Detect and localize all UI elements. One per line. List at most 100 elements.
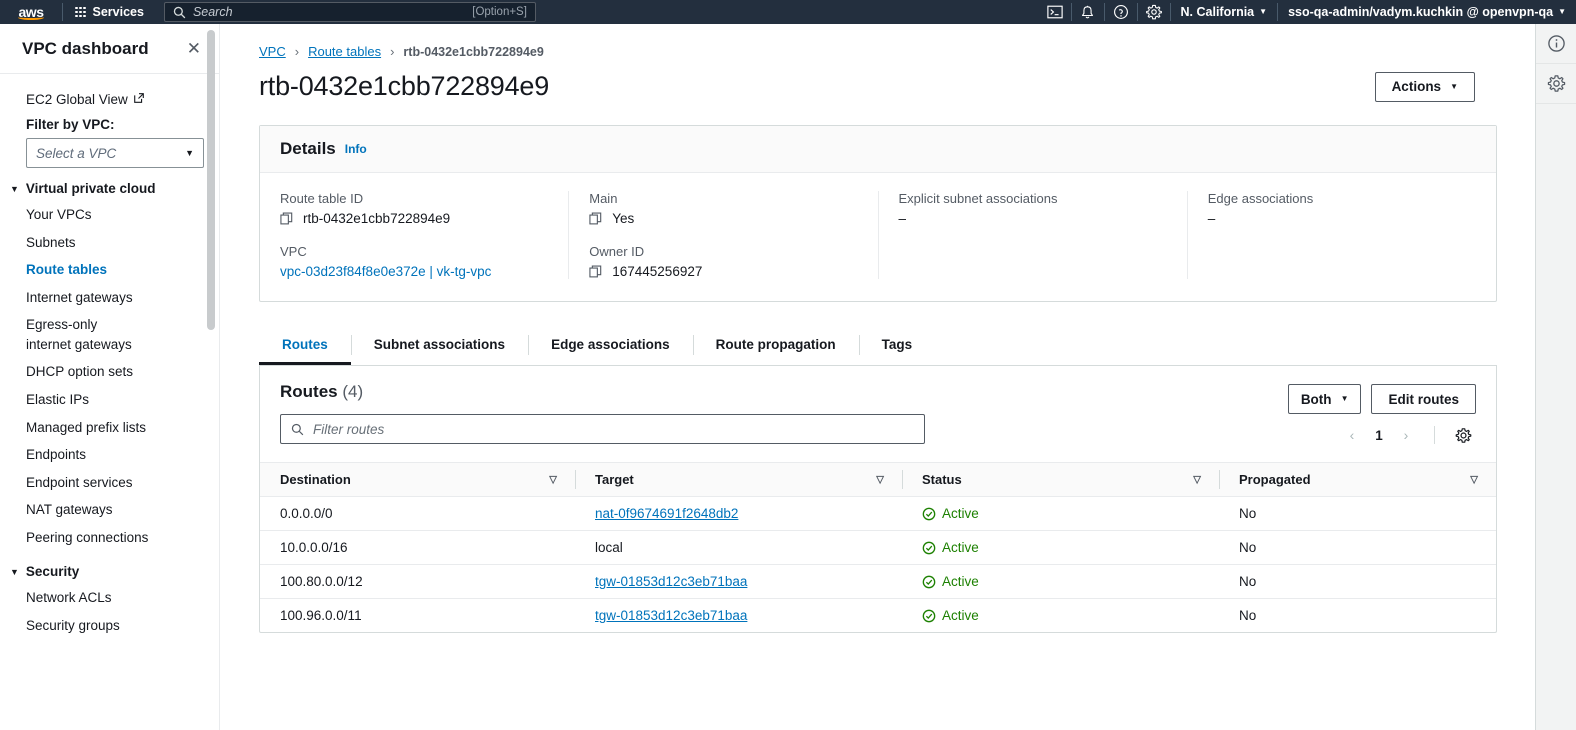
pagination-prev-button[interactable]: ‹	[1339, 422, 1365, 448]
pagination-next-button[interactable]: ›	[1393, 422, 1419, 448]
field-label-explicit: Explicit subnet associations	[899, 191, 1167, 206]
sidebar-item-endpoint-services[interactable]: Endpoint services	[0, 469, 219, 497]
sidebar-item-security-groups[interactable]: Security groups	[0, 612, 219, 640]
breadcrumb-separator-1: ›	[295, 44, 299, 59]
column-header-target[interactable]: Target ▽	[575, 463, 902, 497]
sidebar-item-managed-prefix-lists[interactable]: Managed prefix lists	[0, 414, 219, 442]
filter-routes-input[interactable]: Filter routes	[280, 414, 925, 444]
tab-tags[interactable]: Tags	[859, 326, 936, 365]
column-header-destination-label: Destination	[280, 472, 351, 487]
actions-button[interactable]: Actions ▼	[1375, 72, 1475, 102]
tab-subnet-associations[interactable]: Subnet associations	[351, 326, 528, 365]
tab-routes[interactable]: Routes	[259, 326, 351, 365]
cell-propagated: No	[1219, 599, 1496, 633]
field-value-row: rtb-0432e1cbb722894e9	[280, 211, 548, 226]
both-filter-dropdown[interactable]: Both ▼	[1288, 384, 1362, 414]
close-icon[interactable]: ✕	[187, 40, 201, 57]
column-header-propagated-label: Propagated	[1239, 472, 1311, 487]
status-label: Active	[942, 608, 979, 623]
edit-routes-button[interactable]: Edit routes	[1371, 384, 1476, 414]
sidebar-item-your-vpcs[interactable]: Your VPCs	[0, 201, 219, 229]
cell-status: Active	[902, 565, 1219, 599]
filter-by-vpc-label: Filter by VPC:	[0, 111, 219, 136]
copy-icon-main[interactable]	[589, 212, 602, 225]
services-label: Services	[93, 5, 144, 19]
breadcrumb-separator-2: ›	[390, 44, 394, 59]
sort-icon-destination[interactable]: ▽	[549, 474, 557, 485]
routes-toolbar: Routes (4) Filter routes Both ▼	[260, 366, 1496, 448]
sidebar-item-endpoints[interactable]: Endpoints	[0, 441, 219, 469]
sidebar-scrollbar-thumb[interactable]	[207, 30, 215, 330]
help-panel-info-button[interactable]	[1536, 24, 1576, 64]
cell-status: Active	[902, 531, 1219, 565]
global-search-placeholder: Search	[193, 5, 465, 19]
pagination-page-1[interactable]: 1	[1369, 428, 1389, 443]
status-label: Active	[942, 506, 979, 521]
check-circle-icon	[922, 575, 936, 589]
breadcrumb-vpc[interactable]: VPC	[259, 44, 286, 59]
details-column-2: Main Yes Owner ID	[569, 191, 878, 279]
notifications-button[interactable]	[1072, 0, 1104, 24]
column-header-status[interactable]: Status ▽	[902, 463, 1219, 497]
breadcrumb-route-tables[interactable]: Route tables	[308, 44, 381, 59]
routes-panel: Routes (4) Filter routes Both ▼	[259, 366, 1497, 633]
details-info-link[interactable]: Info	[345, 142, 367, 156]
global-search-input[interactable]: Search [Option+S]	[164, 2, 536, 22]
tab-route-propagation[interactable]: Route propagation	[693, 326, 859, 365]
table-row: 0.0.0.0/0 nat-0f9674691f2648db2 Active N…	[260, 497, 1496, 531]
column-header-destination[interactable]: Destination ▽	[260, 463, 575, 497]
pagination: ‹ 1 ›	[1339, 422, 1419, 448]
copy-icon-owner[interactable]	[589, 265, 602, 278]
target-link[interactable]: tgw-01853d12c3eb71baa	[595, 574, 747, 589]
region-selector[interactable]: N. California ▼	[1171, 0, 1278, 24]
caret-down-icon: ▼	[10, 184, 19, 194]
sidebar-group-virtual-private-cloud[interactable]: ▼ Virtual private cloud	[0, 168, 219, 201]
aws-logo[interactable]: aws	[0, 0, 62, 24]
vpc-filter-select[interactable]: Select a VPC ▼	[26, 138, 204, 168]
column-header-target-label: Target	[595, 472, 634, 487]
external-link-icon	[133, 92, 145, 107]
cloudshell-button[interactable]	[1039, 0, 1071, 24]
cell-destination: 100.80.0.0/12	[260, 565, 575, 599]
check-circle-icon	[922, 609, 936, 623]
account-menu[interactable]: sso-qa-admin/vadym.kuchkin @ openvpn-qa …	[1278, 0, 1576, 24]
sidebar-item-internet-gateways[interactable]: Internet gateways	[0, 284, 219, 312]
field-explicit-subnet-associations: Explicit subnet associations –	[899, 191, 1167, 226]
routes-heading: Routes (4)	[280, 382, 960, 402]
help-button[interactable]	[1105, 0, 1137, 24]
sidebar-item-route-tables[interactable]: Route tables	[0, 256, 219, 284]
sidebar-item-elastic-ips[interactable]: Elastic IPs	[0, 386, 219, 414]
routes-table: Destination ▽ Target ▽ Status ▽ Propagat…	[260, 462, 1496, 632]
sidebar-item-subnets[interactable]: Subnets	[0, 229, 219, 257]
sidebar-item-egress-only-internet-gateways[interactable]: Egress-only internet gateways	[0, 311, 160, 358]
sidebar-item-peering-connections[interactable]: Peering connections	[0, 524, 219, 552]
target-link[interactable]: tgw-01853d12c3eb71baa	[595, 608, 747, 623]
sidebar-item-dhcp-option-sets[interactable]: DHCP option sets	[0, 358, 219, 386]
sidebar-item-ec2-global-view[interactable]: EC2 Global View	[0, 88, 219, 111]
chevron-down-icon-vpc: ▼	[185, 148, 194, 158]
sidebar-item-nat-gateways[interactable]: NAT gateways	[0, 496, 219, 524]
sidebar-group-security[interactable]: ▼ Security	[0, 551, 219, 584]
settings-gear-icon	[1146, 4, 1162, 20]
sidebar-item-label: EC2 Global View	[26, 92, 128, 107]
sort-icon-propagated[interactable]: ▽	[1470, 474, 1478, 485]
column-header-propagated[interactable]: Propagated ▽	[1219, 463, 1496, 497]
copy-icon[interactable]	[280, 212, 293, 225]
cell-propagated: No	[1219, 497, 1496, 531]
target-link[interactable]: nat-0f9674691f2648db2	[595, 506, 738, 521]
help-panel-settings-button[interactable]	[1536, 64, 1576, 104]
sort-icon-target[interactable]: ▽	[876, 474, 884, 485]
settings-button[interactable]	[1138, 0, 1170, 24]
field-label: Route table ID	[280, 191, 548, 206]
table-preferences-button[interactable]	[1450, 422, 1476, 448]
routes-toolbar-right: Both ▼ Edit routes ‹ 1 ›	[1288, 382, 1476, 448]
search-icon-filter	[291, 423, 304, 436]
routes-table-head: Destination ▽ Target ▽ Status ▽ Propagat…	[260, 463, 1496, 497]
sidebar-item-network-acls[interactable]: Network ACLs	[0, 584, 219, 612]
tab-edge-associations[interactable]: Edge associations	[528, 326, 693, 365]
services-menu-button[interactable]: Services	[63, 0, 156, 24]
check-circle-icon	[922, 507, 936, 521]
sort-icon-status[interactable]: ▽	[1193, 474, 1201, 485]
vpc-link[interactable]: vpc-03d23f84f8e0e372e | vk-tg-vpc	[280, 264, 491, 279]
cell-destination: 0.0.0.0/0	[260, 497, 575, 531]
